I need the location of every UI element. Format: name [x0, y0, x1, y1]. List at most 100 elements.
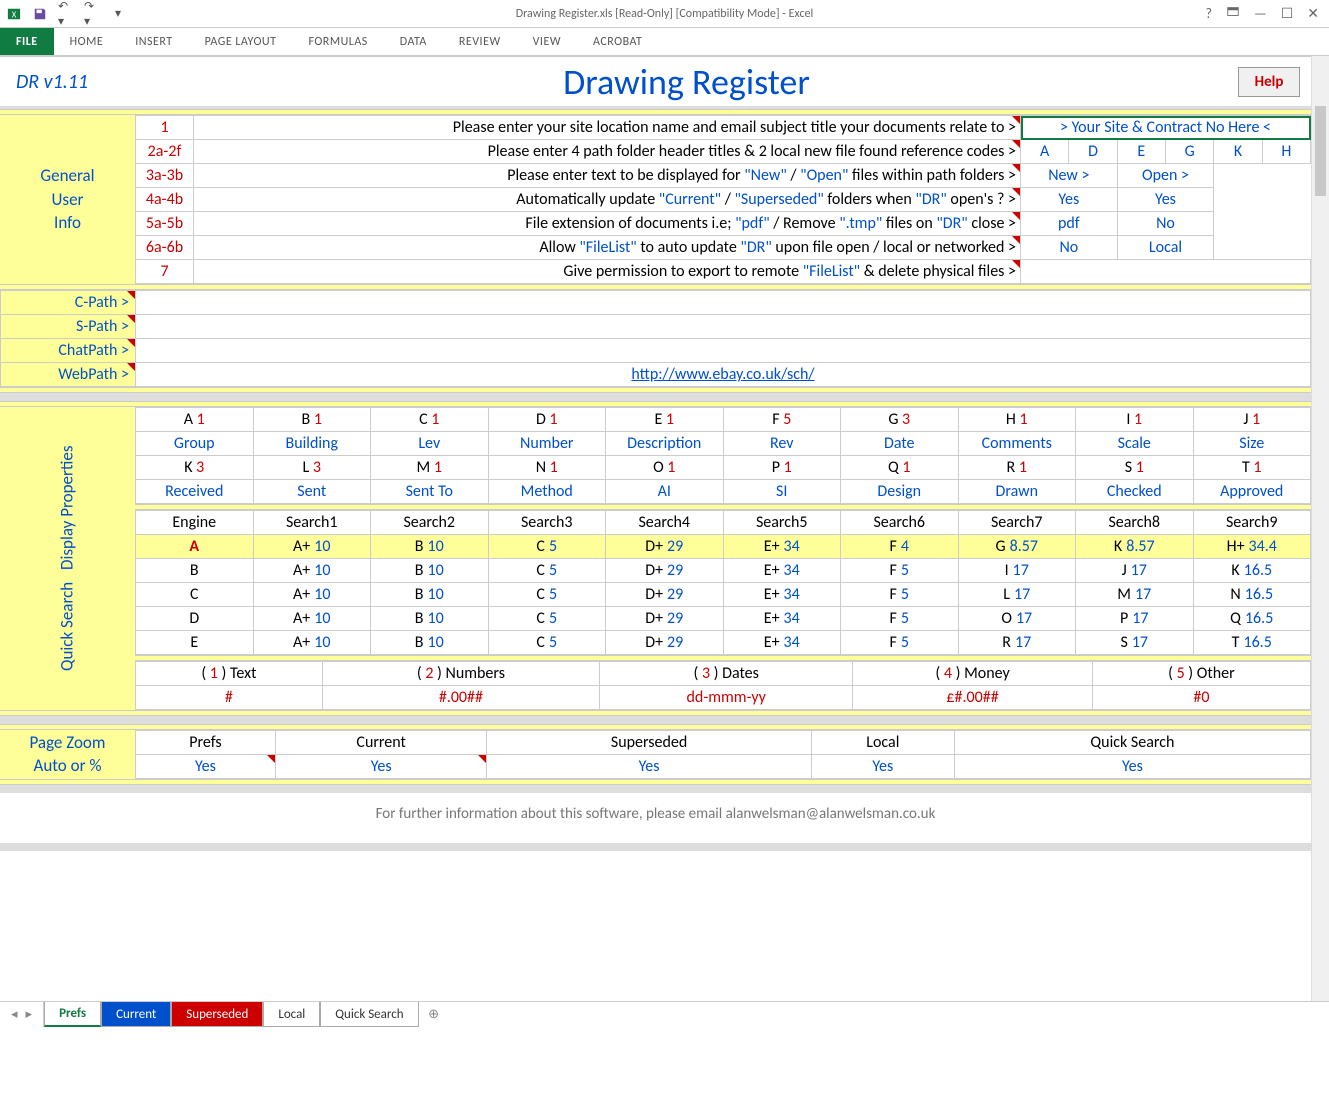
- engine-cell[interactable]: C5: [488, 631, 606, 655]
- engine-cell[interactable]: D+29: [606, 535, 724, 559]
- vertical-scrollbar[interactable]: [1311, 56, 1329, 1001]
- pz-value[interactable]: Yes: [136, 755, 276, 779]
- prop-code[interactable]: M 1: [371, 456, 489, 480]
- engine-cell[interactable]: E+34: [723, 535, 841, 559]
- paths-table[interactable]: C-Path >S-Path >ChatPath >WebPath >http:…: [0, 290, 1311, 387]
- add-sheet-button[interactable]: ⊕: [419, 1002, 449, 1027]
- minimize-icon[interactable]: —: [1254, 5, 1267, 22]
- close-icon[interactable]: ✕: [1307, 5, 1319, 22]
- tab-review[interactable]: REVIEW: [443, 28, 517, 55]
- value-cell[interactable]: No: [1021, 236, 1118, 260]
- prop-name[interactable]: Checked: [1076, 480, 1194, 504]
- engine-cell[interactable]: F5: [841, 583, 959, 607]
- prop-code[interactable]: J 1: [1193, 408, 1311, 432]
- tab-formulas[interactable]: FORMULAS: [292, 28, 383, 55]
- tab-data[interactable]: DATA: [384, 28, 443, 55]
- path-value[interactable]: [136, 339, 1311, 363]
- value-cell[interactable]: D: [1069, 140, 1117, 164]
- engine-cell[interactable]: A+10: [253, 631, 371, 655]
- tab-file[interactable]: FILE: [0, 28, 54, 55]
- prop-name[interactable]: Drawn: [958, 480, 1076, 504]
- sheet-tab-current[interactable]: Current: [101, 1002, 171, 1027]
- format-value[interactable]: #.00##: [322, 686, 599, 710]
- engine-cell[interactable]: Q16.5: [1193, 607, 1311, 631]
- format-value[interactable]: #0: [1092, 686, 1310, 710]
- prop-code[interactable]: T 1: [1193, 456, 1311, 480]
- value-cell[interactable]: G: [1165, 140, 1213, 164]
- ribbon-display-icon[interactable]: [1226, 5, 1240, 23]
- value-cell[interactable]: H: [1262, 140, 1310, 164]
- format-value[interactable]: dd-mmm-yy: [600, 686, 853, 710]
- prop-code[interactable]: S 1: [1076, 456, 1194, 480]
- engine-cell[interactable]: C5: [488, 535, 606, 559]
- engine-cell[interactable]: E+34: [723, 607, 841, 631]
- engine-cell[interactable]: C5: [488, 559, 606, 583]
- general-user-info-table[interactable]: 1Please enter your site location name an…: [135, 115, 1311, 284]
- prop-code[interactable]: N 1: [488, 456, 606, 480]
- prop-name[interactable]: Group: [136, 432, 254, 456]
- prop-name[interactable]: Number: [488, 432, 606, 456]
- display-properties-table[interactable]: A 1B 1C 1D 1E 1F 5G 3H 1I 1J 1GroupBuild…: [135, 407, 1311, 504]
- sheet-tab-superseded[interactable]: Superseded: [171, 1002, 263, 1027]
- engine-cell[interactable]: E+34: [723, 583, 841, 607]
- engine-cell[interactable]: G8.57: [958, 535, 1076, 559]
- engine-cell[interactable]: F4: [841, 535, 959, 559]
- engine-cell[interactable]: F5: [841, 607, 959, 631]
- engine-cell[interactable]: D+29: [606, 607, 724, 631]
- redo-icon[interactable]: ↷ ▾: [84, 6, 100, 22]
- engine-cell[interactable]: B10: [371, 631, 489, 655]
- value-cell[interactable]: Open >: [1117, 164, 1214, 188]
- prop-name[interactable]: Sent: [253, 480, 371, 504]
- search-engine-table[interactable]: EngineSearch1Search2Search3Search4Search…: [135, 510, 1311, 655]
- prop-name[interactable]: Received: [136, 480, 254, 504]
- prop-code[interactable]: A 1: [136, 408, 254, 432]
- undo-icon[interactable]: ↶ ▾: [58, 6, 74, 22]
- engine-cell[interactable]: F5: [841, 631, 959, 655]
- value-cell[interactable]: No: [1117, 212, 1214, 236]
- tab-nav[interactable]: ◂▸: [0, 1002, 44, 1027]
- help-icon[interactable]: ?: [1206, 5, 1213, 22]
- engine-cell[interactable]: T16.5: [1193, 631, 1311, 655]
- prop-name[interactable]: Approved: [1193, 480, 1311, 504]
- path-value[interactable]: [136, 291, 1311, 315]
- value-cell[interactable]: E: [1117, 140, 1165, 164]
- prop-name[interactable]: Building: [253, 432, 371, 456]
- value-cell[interactable]: pdf: [1021, 212, 1118, 236]
- engine-cell[interactable]: D+29: [606, 583, 724, 607]
- engine-cell[interactable]: H+34.4: [1193, 535, 1311, 559]
- prop-name[interactable]: Rev: [723, 432, 841, 456]
- prop-code[interactable]: G 3: [841, 408, 959, 432]
- tab-view[interactable]: VIEW: [517, 28, 577, 55]
- pz-value[interactable]: Yes: [811, 755, 954, 779]
- prop-code[interactable]: I 1: [1076, 408, 1194, 432]
- engine-cell[interactable]: C5: [488, 583, 606, 607]
- tab-pagelayout[interactable]: PAGE LAYOUT: [189, 28, 293, 55]
- sheet-tab-quicksearch[interactable]: Quick Search: [320, 1002, 418, 1027]
- engine-cell[interactable]: A+10: [253, 607, 371, 631]
- page-zoom-table[interactable]: PrefsCurrentSupersededLocalQuick SearchY…: [135, 730, 1311, 779]
- maximize-icon[interactable]: ☐: [1281, 5, 1294, 22]
- prop-code[interactable]: P 1: [723, 456, 841, 480]
- engine-cell[interactable]: B10: [371, 559, 489, 583]
- engine-cell[interactable]: P17: [1076, 607, 1194, 631]
- engine-cell[interactable]: C5: [488, 607, 606, 631]
- value-cell[interactable]: Yes: [1117, 188, 1214, 212]
- engine-cell[interactable]: B10: [371, 583, 489, 607]
- engine-letter[interactable]: B: [136, 559, 254, 583]
- pz-value[interactable]: Yes: [487, 755, 811, 779]
- sheet-tab-local[interactable]: Local: [263, 1002, 320, 1027]
- tab-acrobat[interactable]: ACROBAT: [577, 28, 658, 55]
- value-cell[interactable]: > Your Site & Contract No Here <: [1021, 116, 1311, 140]
- value-cell[interactable]: K: [1214, 140, 1262, 164]
- prop-name[interactable]: SI: [723, 480, 841, 504]
- engine-cell[interactable]: A+10: [253, 535, 371, 559]
- value-cell[interactable]: Yes: [1021, 188, 1118, 212]
- engine-cell[interactable]: K8.57: [1076, 535, 1194, 559]
- prop-code[interactable]: Q 1: [841, 456, 959, 480]
- prop-code[interactable]: R 1: [958, 456, 1076, 480]
- prop-name[interactable]: Scale: [1076, 432, 1194, 456]
- path-value[interactable]: [136, 315, 1311, 339]
- engine-cell[interactable]: I17: [958, 559, 1076, 583]
- prop-code[interactable]: F 5: [723, 408, 841, 432]
- engine-letter[interactable]: C: [136, 583, 254, 607]
